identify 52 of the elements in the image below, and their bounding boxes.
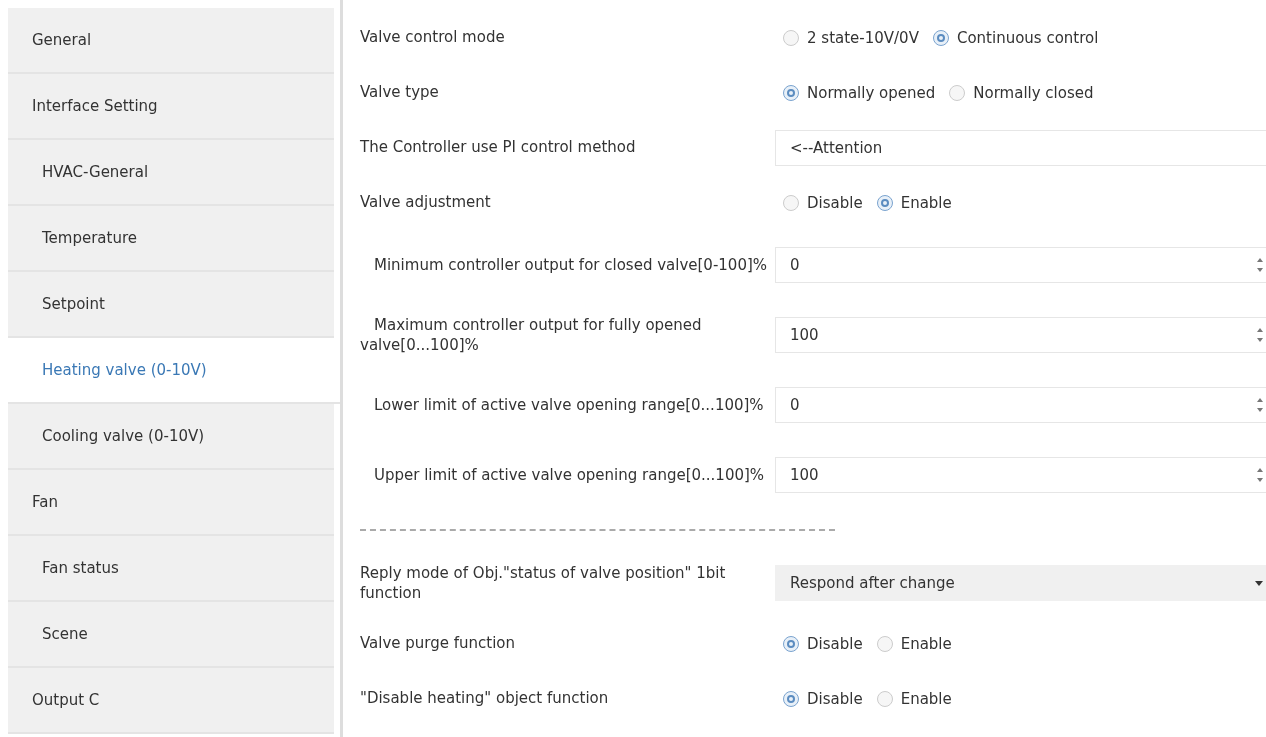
parameter-label: The Controller use PI control method — [360, 137, 637, 158]
dropdown[interactable]: Respond after change — [775, 565, 1266, 601]
option-label: Enable — [900, 689, 952, 708]
sidebar-item[interactable]: Scene — [8, 602, 334, 668]
sidebar-item[interactable]: Temperature — [8, 206, 334, 272]
option-label: Disable — [807, 689, 863, 708]
sidebar-item[interactable]: Output C — [8, 668, 334, 734]
number-field[interactable]: 100 — [775, 457, 1266, 493]
sidebar-item[interactable]: General — [8, 8, 334, 74]
radio-button[interactable] — [876, 635, 893, 652]
sidebar-item[interactable]: Setpoint — [8, 272, 334, 338]
parameter-label: Reply mode of Obj."status of valve position" 1bit function — [360, 562, 727, 604]
radio-button[interactable] — [876, 690, 893, 707]
spinner-arrows-icon[interactable] — [1257, 258, 1263, 272]
parameter-label: Valve adjustment — [360, 192, 492, 213]
parameter-label: Lower limit of active valve opening range[0...100]% — [373, 394, 765, 416]
sidebar-item[interactable]: Cooling valve (0-10V) — [8, 404, 334, 470]
option-label: Enable — [900, 634, 952, 653]
radio-button[interactable] — [932, 29, 949, 46]
sidebar-item[interactable]: Interface Setting — [8, 74, 334, 140]
number-field[interactable]: 0 — [775, 247, 1266, 283]
parameter-label: Valve purge function — [360, 633, 517, 654]
radio-button[interactable] — [783, 194, 799, 211]
number-field[interactable]: 0 — [775, 387, 1266, 423]
spinner-arrows-icon[interactable] — [1257, 468, 1263, 482]
radio-button[interactable] — [783, 29, 799, 46]
option-label: Normally closed — [973, 83, 1094, 102]
option-label: 2 state-10V/0V — [807, 28, 919, 47]
sidebar-item[interactable]: Fan — [8, 470, 334, 536]
parameter-label: "Disable heating" object function — [360, 688, 610, 709]
radio-button[interactable] — [949, 84, 966, 101]
radio-button[interactable] — [876, 194, 893, 211]
number-field[interactable]: 100 — [775, 317, 1266, 353]
text-field[interactable]: <--Attention — [775, 129, 1266, 166]
option-label: Disable — [807, 634, 863, 653]
caret-icon[interactable] — [1255, 580, 1263, 586]
radio-button[interactable] — [783, 635, 799, 652]
parameter-label: Maximum controller output for fully opened valve[0...100]% — [360, 314, 703, 356]
sidebar-item[interactable]: Fan status — [8, 536, 334, 602]
option-label: Enable — [900, 193, 952, 212]
option-label: Disable — [807, 193, 863, 212]
spinner-arrows-icon[interactable] — [1257, 398, 1263, 412]
option-label: Normally opened — [807, 83, 936, 102]
parameter-label: Valve type — [360, 82, 440, 103]
option-label: Continuous control — [956, 28, 1099, 47]
spinner-arrows-icon[interactable] — [1257, 328, 1263, 342]
radio-button[interactable] — [783, 84, 799, 101]
parameter-label: Valve control mode — [360, 27, 506, 48]
parameter-label: Minimum controller output for closed valve[0-100]% — [373, 254, 769, 276]
sidebar-item[interactable]: HVAC-General — [8, 140, 334, 206]
radio-button[interactable] — [783, 690, 799, 707]
parameter-label: Upper limit of active valve opening range[0...100]% — [373, 464, 766, 486]
